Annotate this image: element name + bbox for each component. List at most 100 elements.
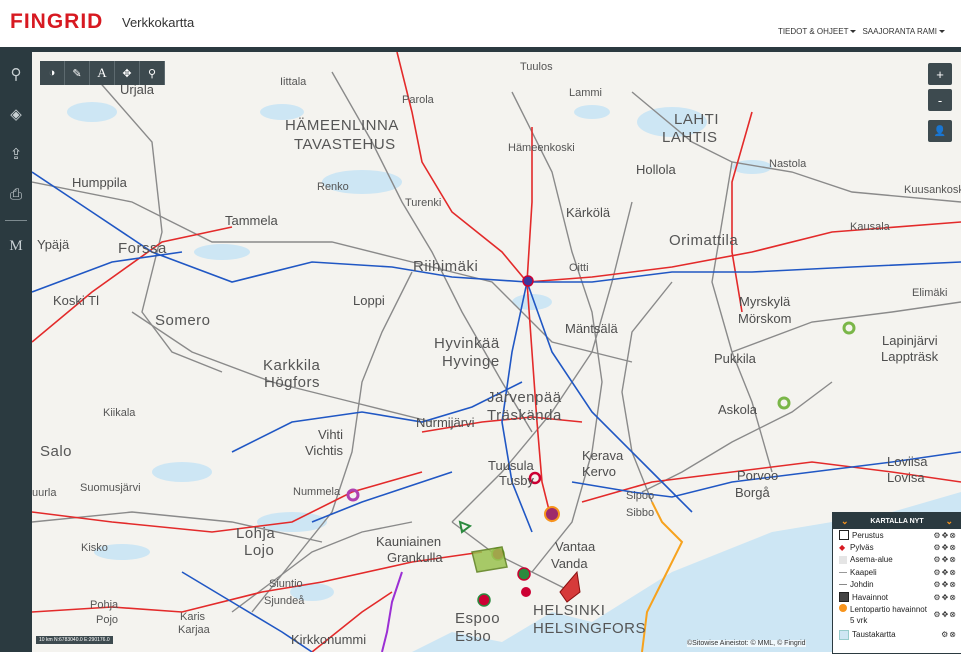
legend-row[interactable]: Kaapeli ⚙✥⊗ — [833, 566, 961, 578]
text-button[interactable]: A — [90, 61, 115, 85]
place-label: Borgå — [735, 485, 770, 500]
legend-label: Pylväs — [850, 543, 874, 553]
conductor-icon — [839, 584, 847, 586]
lake — [574, 105, 610, 119]
map-attribution: ©Sitowise Aineistot: © MML, © Fingrid — [687, 640, 806, 647]
pin-button[interactable]: ⚲ — [140, 61, 165, 85]
print-button[interactable]: ⎙ — [0, 180, 32, 208]
layer-controls[interactable]: ⚙✥⊗ — [933, 568, 957, 577]
layers-button[interactable]: ◈ — [0, 100, 32, 128]
scale-label: 10 km — [39, 637, 53, 643]
place-label: Kausala — [850, 221, 890, 233]
user-location-button[interactable]: 👤 — [928, 120, 952, 142]
move-icon: ✥ — [122, 67, 132, 80]
place-label: Tusby — [499, 473, 534, 488]
place-label: Mörskom — [738, 311, 792, 326]
legend-row[interactable]: Perustus ⚙✥⊗ — [833, 529, 961, 541]
legend-row[interactable]: Johdin ⚙✥⊗ — [833, 579, 961, 591]
purple-line — [381, 571, 403, 652]
place-label: Sjundeå — [264, 595, 305, 607]
place-label: Ypäjä — [37, 237, 70, 252]
place-label: Espoo — [455, 610, 501, 627]
place-label: Loviisa — [887, 454, 928, 469]
place-label: Högfors — [264, 374, 321, 391]
contrast-icon: ◑ — [48, 67, 56, 79]
place-label: Porvoo — [737, 468, 779, 483]
top-navigation: TIEDOT & OHJEET SAAJORANTA RAMI — [778, 27, 945, 36]
legend-label: Johdin — [850, 580, 874, 590]
move-button[interactable]: ✥ — [115, 61, 140, 85]
place-label: Järvenpää — [487, 389, 562, 406]
legend-label: Asema-alue — [850, 555, 893, 565]
place-label: Loppi — [353, 293, 385, 308]
layer-controls[interactable]: ⚙✥⊗ — [933, 609, 957, 620]
layer-controls[interactable]: ⚙✥⊗ — [933, 543, 957, 552]
measure-button[interactable]: M — [0, 232, 32, 260]
place-label: Kauniainen — [376, 534, 442, 549]
print-icon: ⎙ — [9, 185, 22, 203]
place-label: Vichtis — [305, 443, 344, 458]
place-label: Mäntsälä — [565, 321, 618, 336]
place-label: Pojo — [96, 614, 119, 626]
legend-header[interactable]: ⌄ KARTALLA NYT ⌄ — [833, 513, 961, 529]
highlight-area — [471, 546, 508, 573]
pylon-icon: ◆ — [839, 542, 846, 552]
place-label: Hyvinge — [442, 353, 500, 370]
place-label: Pohja — [90, 599, 119, 611]
place-label: Karkkila — [263, 357, 321, 374]
chevron-down-icon[interactable]: ⌄ — [841, 516, 849, 527]
place-label: Forssa — [118, 240, 167, 257]
layer-controls[interactable]: ⚙✥⊗ — [933, 580, 957, 589]
layer-controls[interactable]: ⚙✥⊗ — [933, 555, 957, 564]
place-label: Nastola — [769, 158, 807, 170]
layer-controls[interactable]: ⚙✥⊗ — [933, 593, 957, 602]
legend-row[interactable]: Lentopartio havainnot 5 vrk ⚙✥⊗ — [833, 603, 961, 628]
legend-row[interactable]: Asema-alue ⚙✥⊗ — [833, 554, 961, 566]
place-label: Lohja — [236, 525, 276, 542]
measure-icon: M — [9, 237, 23, 254]
place-label: Kervo — [582, 464, 616, 479]
legend-label: Taustakartta — [852, 630, 896, 640]
flag-marker — [458, 520, 473, 534]
legend-title: KARTALLA NYT — [870, 517, 924, 525]
place-label: Träskända — [487, 407, 562, 424]
draw-button[interactable]: ✎ — [65, 61, 90, 85]
place-label: Hämeenkoski — [508, 142, 575, 154]
place-label: Nummela — [293, 486, 341, 498]
place-label: Sibbo — [626, 507, 655, 519]
share-button[interactable]: ⇪ — [0, 140, 32, 168]
app-header: FINGRID Verkkokartta TIEDOT & OHJEET SAA… — [0, 0, 961, 47]
info-menu[interactable]: TIEDOT & OHJEET — [778, 27, 857, 36]
place-label: Iittala — [280, 76, 307, 88]
place-label: Humppila — [72, 175, 127, 190]
legend-row[interactable]: ◆ Pylväs ⚙✥⊗ — [833, 541, 961, 553]
zoom-out-button[interactable]: - — [928, 89, 952, 111]
chevron-down-icon[interactable]: ⌄ — [945, 516, 953, 527]
legend-row[interactable]: Taustakartta ⚙⊗ — [833, 628, 961, 640]
place-label: Lojo — [244, 542, 275, 559]
layer-controls[interactable]: ⚙⊗ — [941, 630, 957, 639]
map-canvas[interactable]: Urjala Iittala Parola Tuulos Lammi HÄMEE… — [32, 52, 961, 652]
place-label: LAHTIS — [662, 129, 718, 146]
lake — [67, 102, 117, 122]
caret-down-icon — [939, 30, 945, 34]
user-menu[interactable]: SAAJORANTA RAMI — [862, 27, 945, 36]
place-label: Vantaa — [555, 539, 596, 554]
share-icon: ⇪ — [9, 146, 23, 163]
place-label: Riihimäki — [413, 258, 479, 275]
search-button[interactable]: ⚲ — [0, 60, 32, 88]
place-label: Kisko — [81, 542, 108, 554]
legend-row[interactable]: Havainnot ⚙✥⊗ — [833, 591, 961, 603]
map-toolbar: ◑ ✎ A ✥ ⚲ — [40, 61, 165, 85]
contrast-button[interactable]: ◑ — [40, 61, 65, 85]
search-icon: ⚲ — [10, 66, 22, 83]
plus-icon: + — [936, 66, 944, 82]
layer-controls[interactable]: ⚙✥⊗ — [933, 531, 957, 540]
place-label: TAVASTEHUS — [294, 136, 396, 153]
place-label: Sipoo — [626, 490, 655, 502]
zoom-in-button[interactable]: + — [928, 63, 952, 85]
place-label: Lapinjärvi — [882, 333, 938, 348]
pin-icon: ⚲ — [147, 67, 157, 80]
lake — [194, 244, 250, 260]
fingrid-logo[interactable]: FINGRID — [10, 10, 103, 34]
